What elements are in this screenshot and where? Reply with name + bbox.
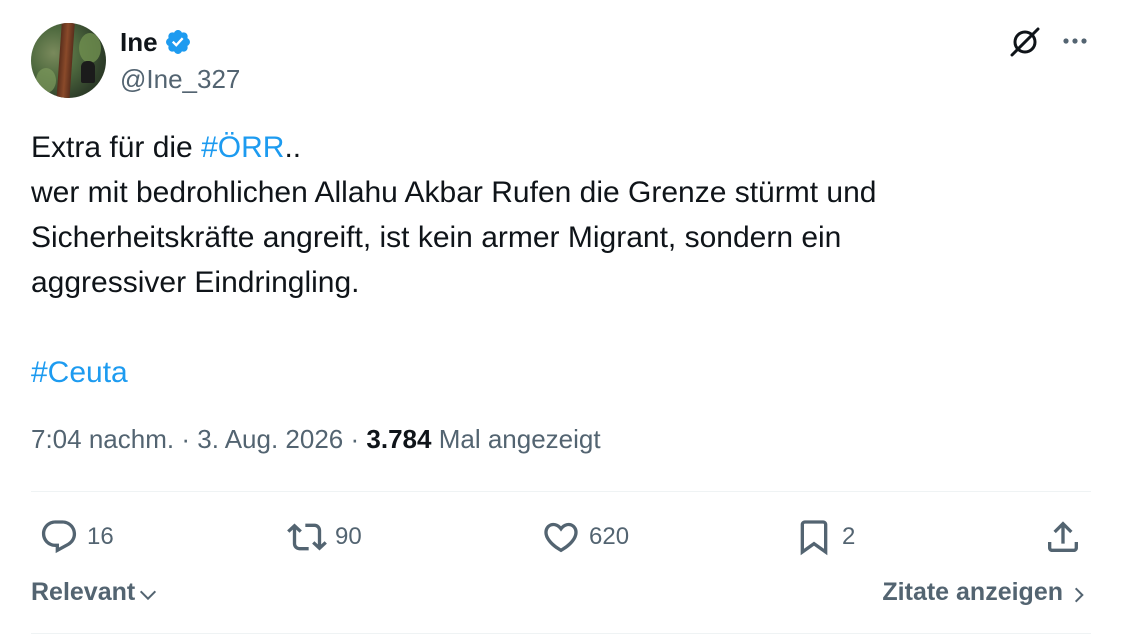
divider (31, 633, 1091, 634)
author-name-row[interactable]: Ine (120, 25, 192, 59)
tweet-text-segment: .. (284, 131, 302, 164)
bookmark-button[interactable]: 2 (794, 515, 855, 559)
views-count: 3.784 (366, 424, 432, 454)
avatar[interactable] (31, 23, 106, 98)
tweet-text: Extra für die #ÖRR.. wer mit bedrohliche… (31, 125, 1091, 395)
chevron-right-icon (1074, 587, 1084, 602)
chevron-down-icon (140, 590, 157, 600)
more-options-icon[interactable] (1060, 30, 1090, 52)
hashtag-link[interactable]: #Ceuta (31, 356, 128, 389)
tweet-line: Extra für die #ÖRR.. (31, 125, 1091, 170)
share-button[interactable] (1043, 515, 1083, 559)
tweet-line: wer mit bedrohlichen Allahu Akbar Rufen … (31, 176, 877, 209)
views-label: Mal angezeigt (438, 424, 601, 454)
tweet-time[interactable]: 7:04 nachm. (31, 424, 174, 454)
quotes-label: Zitate anzeigen (882, 578, 1063, 606)
avatar-foliage (79, 33, 101, 63)
reply-icon (41, 520, 77, 554)
reply-count: 16 (87, 523, 114, 550)
repost-icon (287, 523, 327, 551)
tweet-date[interactable]: 3. Aug. 2026 (197, 424, 343, 454)
bookmark-icon (800, 520, 828, 556)
show-quotes-link[interactable]: Zitate anzeigen (882, 578, 1089, 607)
like-count: 620 (589, 523, 630, 550)
meta-separator: · (350, 424, 360, 454)
author-handle[interactable]: @Ine_327 (120, 64, 240, 95)
repost-button[interactable]: 90 (287, 515, 362, 559)
divider (31, 491, 1091, 492)
author-display-name[interactable]: Ine (120, 27, 158, 58)
sort-label: Relevant (31, 578, 136, 606)
avatar-foliage (36, 68, 56, 93)
avatar-tree-trunk (55, 23, 76, 98)
tweet-line: aggressiver Eindringling. (31, 266, 360, 299)
share-icon (1048, 521, 1078, 552)
tweet-line: Sicherheitskräfte angreift, ist kein arm… (31, 221, 842, 254)
tweet-meta: 7:04 nachm. · 3. Aug. 2026 · 3.784 Mal a… (31, 424, 601, 455)
grok-icon[interactable] (1007, 24, 1043, 60)
bookmark-count: 2 (842, 523, 856, 550)
avatar-figure (81, 61, 95, 83)
like-button[interactable]: 620 (541, 515, 629, 559)
sort-dropdown[interactable]: Relevant (31, 578, 159, 607)
hashtag-link[interactable]: #ÖRR (201, 131, 284, 164)
tweet-line: #Ceuta (31, 350, 1091, 395)
tweet-text-segment: Extra für die (31, 131, 202, 164)
repost-count: 90 (335, 523, 362, 550)
heart-icon (544, 522, 578, 553)
verified-badge-icon (165, 30, 190, 54)
meta-separator: · (181, 424, 190, 454)
reply-button[interactable]: 16 (39, 515, 114, 559)
